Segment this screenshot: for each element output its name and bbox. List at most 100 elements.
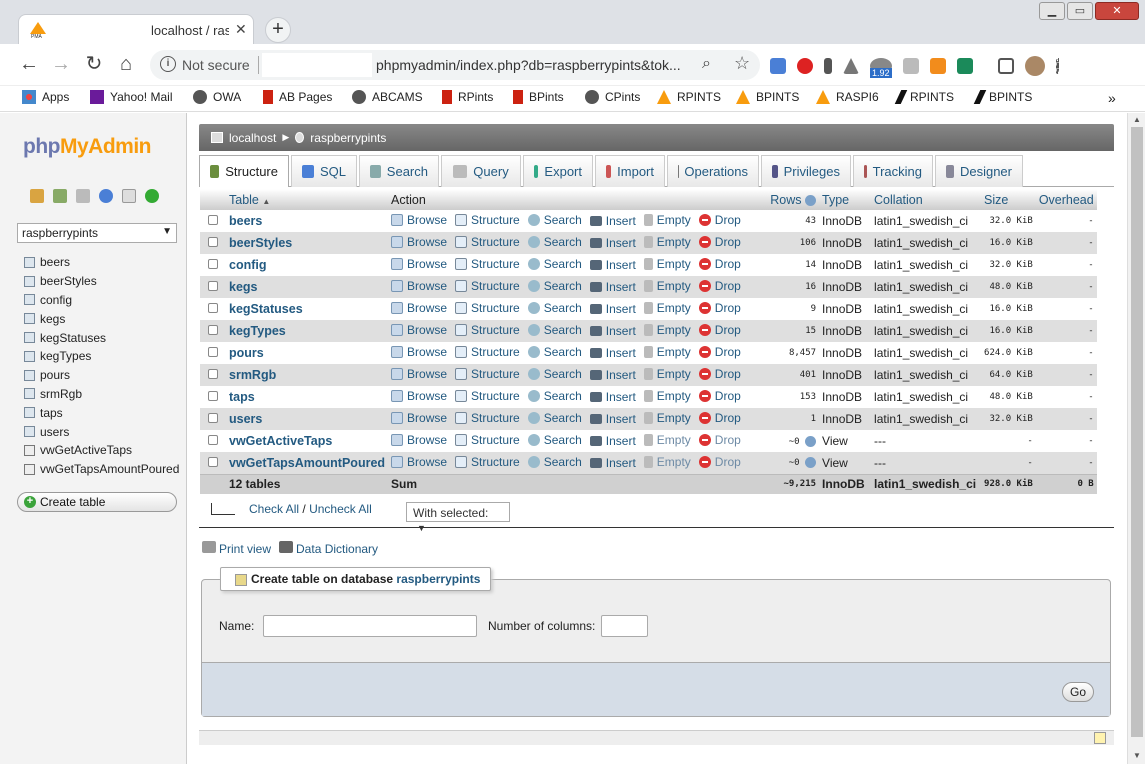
structure-action[interactable]: Structure	[455, 257, 520, 271]
query-window-icon[interactable]	[76, 189, 90, 203]
search-action[interactable]: Search	[527, 389, 582, 403]
header-overhead[interactable]: Overhead	[1035, 189, 1097, 210]
insert-action[interactable]: Insert	[589, 236, 636, 250]
row-checkbox[interactable]	[208, 435, 218, 445]
browse-action[interactable]: Browse	[391, 433, 447, 447]
sidebar-item-kegs[interactable]: kegs	[24, 309, 179, 328]
bookmark-yahoo-mail[interactable]: Yahoo! Mail	[90, 90, 172, 104]
sidebar-item-vwGetActiveTaps[interactable]: vwGetActiveTaps	[24, 441, 179, 460]
empty-action[interactable]: Empty	[643, 455, 691, 469]
structure-action[interactable]: Structure	[455, 389, 520, 403]
print-view-link[interactable]: Print view	[202, 541, 271, 556]
drive-icon[interactable]	[843, 58, 859, 74]
table-name-link[interactable]: srmRgb	[226, 364, 389, 386]
go-button[interactable]: Go	[1062, 682, 1094, 702]
size-cell[interactable]: 32.0 KiB	[981, 210, 1036, 232]
zoom-icon[interactable]: ⌕	[702, 55, 711, 73]
info-icon[interactable]: i	[160, 56, 176, 72]
empty-action[interactable]: Empty	[643, 213, 691, 227]
console-bar[interactable]	[199, 730, 1114, 745]
structure-action[interactable]: Structure	[455, 411, 520, 425]
bookmark-apps[interactable]: Apps	[22, 90, 69, 104]
sidebar-item-srmRgb[interactable]: srmRgb	[24, 385, 179, 404]
pma-logo[interactable]: phpMyAdmin	[23, 135, 151, 159]
size-cell[interactable]: 16.0 KiB	[981, 298, 1036, 320]
translate-icon[interactable]	[770, 58, 786, 74]
table-name-input[interactable]	[263, 615, 477, 637]
help-icon[interactable]	[99, 189, 113, 203]
insert-action[interactable]: Insert	[589, 368, 636, 382]
row-checkbox[interactable]	[208, 215, 218, 225]
browse-action[interactable]: Browse	[391, 235, 447, 249]
drop-action[interactable]: Drop	[698, 323, 741, 337]
r-extension-icon[interactable]	[903, 58, 919, 74]
create-table-button[interactable]: + Create table	[17, 492, 177, 512]
drop-action[interactable]: Drop	[698, 213, 741, 227]
sidebar-item-kegTypes[interactable]: kegTypes	[24, 347, 179, 366]
browse-action[interactable]: Browse	[391, 279, 447, 293]
insert-action[interactable]: Insert	[589, 324, 636, 338]
size-cell[interactable]: 32.0 KiB	[981, 254, 1036, 276]
console-icon[interactable]	[1094, 732, 1106, 744]
header-collation[interactable]: Collation	[871, 189, 982, 210]
tab-sql[interactable]: SQL	[291, 155, 357, 187]
drop-action[interactable]: Drop	[698, 367, 741, 381]
empty-action[interactable]: Empty	[643, 301, 691, 315]
table-name-link[interactable]: kegTypes	[226, 320, 389, 342]
table-name-link[interactable]: kegStatuses	[226, 298, 389, 320]
search-action[interactable]: Search	[527, 367, 582, 381]
browse-action[interactable]: Browse	[391, 389, 447, 403]
menu-icon[interactable]	[1056, 58, 1060, 74]
table-name-link[interactable]: users	[226, 408, 389, 430]
url-text[interactable]: phpmyadmin/index.php?db=raspberrypints&t…	[376, 57, 692, 73]
browser-tab[interactable]: PMA localhost / ras ✕	[18, 14, 254, 44]
bookmark-cpints[interactable]: CPints	[585, 90, 640, 104]
size-cell[interactable]: 624.0 KiB	[981, 342, 1036, 364]
header-type[interactable]: Type	[819, 189, 872, 210]
adblock-icon[interactable]	[797, 58, 813, 74]
insert-action[interactable]: Insert	[589, 280, 636, 294]
structure-action[interactable]: Structure	[455, 345, 520, 359]
row-checkbox[interactable]	[208, 347, 218, 357]
size-cell[interactable]: 16.0 KiB	[981, 320, 1036, 342]
insert-action[interactable]: Insert	[589, 412, 636, 426]
browse-action[interactable]: Browse	[391, 301, 447, 315]
size-cell[interactable]: 32.0 KiB	[981, 408, 1036, 430]
structure-action[interactable]: Structure	[455, 323, 520, 337]
sidebar-item-beers[interactable]: beers	[24, 253, 179, 272]
insert-action[interactable]: Insert	[589, 214, 636, 228]
new-tab-button[interactable]: +	[265, 17, 291, 43]
bookmark-rpints[interactable]: RPints	[442, 90, 493, 104]
insert-action[interactable]: Insert	[589, 346, 636, 360]
tab-designer[interactable]: Designer	[935, 155, 1023, 187]
tab-privileges[interactable]: Privileges	[761, 155, 851, 187]
insert-action[interactable]: Insert	[589, 302, 636, 316]
insert-action[interactable]: Insert	[589, 390, 636, 404]
structure-action[interactable]: Structure	[455, 455, 520, 469]
tab-tracking[interactable]: Tracking	[853, 155, 933, 187]
row-checkbox[interactable]	[208, 456, 218, 467]
tab-close-icon[interactable]: ✕	[235, 21, 247, 38]
drop-action[interactable]: Drop	[698, 235, 741, 249]
browse-action[interactable]: Browse	[391, 367, 447, 381]
reload-icon[interactable]: ↻	[83, 54, 105, 76]
structure-action[interactable]: Structure	[455, 301, 520, 315]
scrollbar[interactable]: ▲ ▼	[1127, 113, 1145, 764]
bookmark-abcams[interactable]: ABCAMS	[352, 90, 423, 104]
breadcrumb-server[interactable]: localhost	[229, 131, 276, 145]
browse-action[interactable]: Browse	[391, 257, 447, 271]
structure-action[interactable]: Structure	[455, 367, 520, 381]
help-icon[interactable]	[805, 194, 817, 206]
empty-action[interactable]: Empty	[643, 257, 691, 271]
profile-avatar[interactable]	[1025, 56, 1045, 76]
home-icon[interactable]: ⌂	[115, 54, 137, 76]
browse-action[interactable]: Browse	[391, 455, 447, 469]
database-select[interactable]: raspberrypints ▼	[17, 223, 177, 243]
back-icon[interactable]: ←	[18, 54, 40, 76]
drop-action[interactable]: Drop	[698, 345, 741, 359]
sidebar-item-taps[interactable]: taps	[24, 403, 179, 422]
structure-action[interactable]: Structure	[455, 279, 520, 293]
header-size[interactable]: Size	[981, 189, 1036, 210]
drop-action[interactable]: Drop	[698, 257, 741, 271]
reload-nav-icon[interactable]	[145, 189, 159, 203]
